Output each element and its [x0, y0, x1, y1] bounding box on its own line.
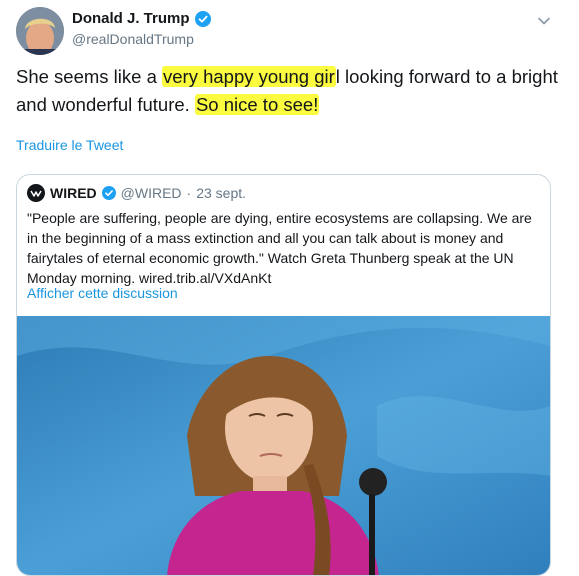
wired-logo-icon: [27, 184, 45, 202]
verified-badge-icon: [194, 10, 211, 27]
quoted-author-handle[interactable]: @WIRED: [121, 185, 182, 201]
chevron-down-icon[interactable]: [535, 12, 553, 30]
quoted-tweet-date[interactable]: 23 sept.: [196, 185, 246, 201]
author-handle[interactable]: @realDonaldTrump: [72, 31, 211, 47]
show-thread-link[interactable]: Afficher cette discussion: [27, 285, 178, 301]
highlighted-text: So nice to see!: [194, 94, 320, 115]
tweet-text: She seems like a very happy young girl l…: [16, 63, 566, 119]
highlighted-text: very happy young gir: [162, 66, 336, 87]
tweet-author: Donald J. Trump @realDonaldTrump: [72, 10, 211, 47]
avatar-image: [16, 7, 64, 55]
quoted-tweet-media[interactable]: [17, 316, 550, 576]
quoted-author-name[interactable]: WIRED: [50, 185, 97, 201]
quoted-tweet-header: WIRED @WIRED · 23 sept.: [27, 184, 246, 202]
author-name[interactable]: Donald J. Trump: [72, 10, 190, 27]
meta-separator: ·: [186, 185, 192, 201]
avatar[interactable]: [16, 7, 64, 55]
quoted-tweet[interactable]: WIRED @WIRED · 23 sept. "People are suff…: [16, 174, 551, 576]
quoted-tweet-text: "People are suffering, people are dying,…: [27, 210, 532, 286]
translate-tweet-link[interactable]: Traduire le Tweet: [16, 137, 123, 153]
tweet-text-part: She seems like a: [16, 66, 163, 87]
verified-badge-icon: [101, 186, 116, 200]
